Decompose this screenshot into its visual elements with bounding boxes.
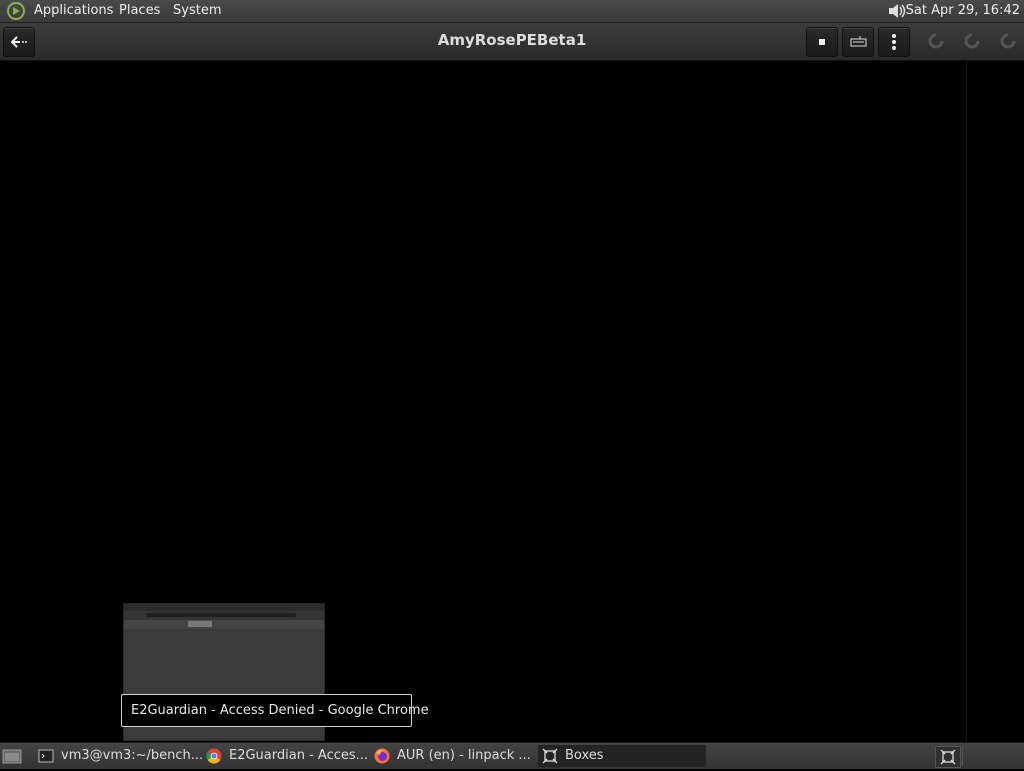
thumbnail-tabbar [124, 604, 324, 611]
places-menu[interactable]: Places [119, 3, 160, 18]
boxes-header-bar: AmyRosePEBeta1 [0, 23, 1024, 61]
spinner-icon [1000, 33, 1016, 49]
show-desktop-icon [2, 749, 22, 764]
boxes-icon [940, 749, 956, 765]
spinner-icon [964, 33, 980, 49]
taskbar-item-terminal[interactable]: vm3@vm3:~/bench... [34, 745, 202, 767]
applications-menu[interactable]: Applications [34, 3, 113, 18]
taskbar-label: Boxes [565, 748, 604, 763]
display-divider [966, 61, 967, 742]
bottom-panel: vm3@vm3:~/bench... E2Guardian - Acces...… [0, 742, 1024, 769]
back-button[interactable] [3, 27, 35, 57]
taskbar-label: E2Guardian - Acces... [229, 748, 368, 763]
window-tooltip: E2Guardian - Access Denied - Google Chro… [121, 694, 429, 727]
workspace-switcher[interactable] [935, 746, 961, 768]
thumbnail-url [146, 613, 296, 617]
system-menu[interactable]: System [173, 3, 221, 18]
show-desktop-button[interactable] [0, 745, 26, 767]
thumbnail-infobar [124, 620, 324, 629]
menu-dots-icon [892, 34, 896, 50]
taskbar-label: vm3@vm3:~/bench... [61, 748, 202, 763]
taskbar-item-boxes[interactable]: Boxes [538, 745, 706, 767]
thumbnail-infobar-button [188, 621, 212, 627]
back-arrow-icon [10, 36, 27, 48]
taskbar-item-chrome[interactable]: E2Guardian - Acces... [202, 745, 368, 767]
terminal-icon [38, 748, 54, 764]
taskbar-label: AUR (en) - linpack ... [397, 748, 531, 763]
boxes-icon [542, 748, 558, 764]
menu-button[interactable] [878, 27, 910, 57]
stop-icon [819, 39, 825, 45]
distro-logo-icon[interactable] [6, 1, 26, 21]
taskbar-item-firefox[interactable]: AUR (en) - linpack ... [370, 745, 536, 767]
keyboard-icon [850, 36, 867, 47]
clock[interactable]: Sat Apr 29, 16:42 [906, 3, 1020, 18]
keyboard-button[interactable] [842, 27, 874, 57]
firefox-icon [374, 748, 390, 764]
chrome-icon [206, 748, 222, 764]
stop-button[interactable] [806, 27, 838, 57]
workspace-switcher-empty[interactable] [962, 746, 1021, 766]
spinner-icon [928, 33, 944, 49]
top-panel: Applications Places System Sat Apr 29, 1… [0, 0, 1024, 23]
